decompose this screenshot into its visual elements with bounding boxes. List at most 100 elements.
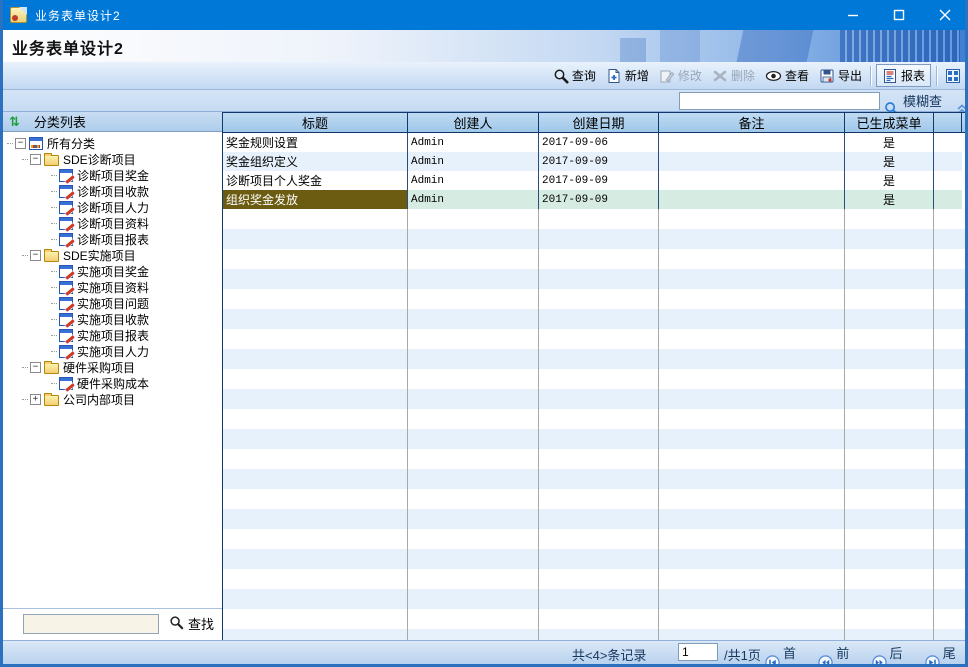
view-button[interactable]: 查看: [760, 65, 814, 86]
prev-page-label: 前页: [836, 643, 861, 667]
close-button[interactable]: [922, 0, 968, 30]
banner: 业务表单设计2: [0, 30, 968, 62]
column-header-备注[interactable]: 备注: [659, 113, 845, 132]
tree-connector: [51, 303, 57, 304]
cell-date[interactable]: 2017-09-09: [539, 190, 659, 209]
tree-item-实施项目问题[interactable]: 实施项目问题: [3, 295, 222, 311]
last-page-button[interactable]: 尾页: [925, 643, 968, 667]
tree-item-SDE实施项目[interactable]: −SDE实施项目: [3, 247, 222, 263]
cell-menu[interactable]: 是: [845, 152, 934, 171]
cell-remark[interactable]: [659, 152, 845, 171]
cell-creator[interactable]: Admin: [408, 152, 539, 171]
records-table: 标题创建人创建日期备注已生成菜单 奖金规则设置Admin2017-09-06是奖…: [223, 112, 968, 640]
cell-date[interactable]: 2017-09-09: [539, 152, 659, 171]
form-icon: [59, 377, 73, 390]
search-icon: [553, 68, 569, 84]
column-header-filler: [934, 113, 962, 132]
find-bar: 查找: [3, 608, 222, 638]
expand-box-icon[interactable]: +: [30, 394, 41, 405]
report-button-label: 报表: [901, 67, 925, 84]
query-button[interactable]: 查询: [548, 65, 601, 86]
cell-remark[interactable]: [659, 190, 845, 209]
grid-view-button[interactable]: [940, 66, 966, 86]
cell-menu[interactable]: 是: [845, 171, 934, 190]
query-button-label: 查询: [572, 67, 596, 84]
tree-item-诊断项目报表[interactable]: 诊断项目报表: [3, 231, 222, 247]
cell-title[interactable]: 诊断项目个人奖金: [223, 171, 408, 190]
find-input[interactable]: [23, 614, 159, 634]
column-header-标题[interactable]: 标题: [223, 113, 408, 132]
cell-filler: [934, 171, 962, 190]
tree-item-实施项目报表[interactable]: 实施项目报表: [3, 327, 222, 343]
toolbar-divider: [870, 66, 871, 86]
tree-item-实施项目人力[interactable]: 实施项目人力: [3, 343, 222, 359]
tree-item-label: 实施项目问题: [77, 295, 149, 312]
find-button[interactable]: 查找: [169, 614, 214, 633]
empty-row: [223, 589, 968, 609]
cell-creator[interactable]: Admin: [408, 190, 539, 209]
form-icon: [59, 217, 73, 230]
tree-item-实施项目收款[interactable]: 实施项目收款: [3, 311, 222, 327]
folder-icon: [44, 251, 59, 262]
cell-remark[interactable]: [659, 133, 845, 152]
toolbar: 查询新增修改删除查看导出报表: [0, 62, 968, 90]
tree-connector: [51, 319, 57, 320]
cell-menu[interactable]: 是: [845, 133, 934, 152]
tree-item-label: 诊断项目奖金: [77, 167, 149, 184]
collapse-box-icon[interactable]: −: [30, 154, 41, 165]
tree-item-SDE诊断项目[interactable]: − SDE诊断项目: [3, 151, 222, 167]
cell-title[interactable]: 组织奖金发放: [223, 190, 408, 209]
tree-connector: [22, 159, 28, 160]
empty-row: [223, 429, 968, 449]
refresh-icon[interactable]: ⇅: [9, 114, 20, 130]
collapse-box-icon[interactable]: −: [15, 138, 26, 149]
page-number-input[interactable]: [678, 643, 718, 661]
next-page-button[interactable]: 后页: [872, 643, 915, 667]
tree-item-诊断项目收款[interactable]: 诊断项目收款: [3, 183, 222, 199]
column-header-创建人[interactable]: 创建人: [408, 113, 539, 132]
tree-item-实施项目奖金[interactable]: 实施项目奖金: [3, 263, 222, 279]
cell-date[interactable]: 2017-09-09: [539, 171, 659, 190]
category-panel: ⇅ 分类列表 −所有分类−SDE诊断项目诊断项目奖金诊断项目收款诊断项目人力诊断…: [3, 112, 223, 640]
report-button[interactable]: 报表: [876, 64, 931, 87]
tree-connector: [7, 143, 13, 144]
tree-item-诊断项目奖金[interactable]: 诊断项目奖金: [3, 167, 222, 183]
tree-connector: [22, 367, 28, 368]
tree-item-硬件采购成本[interactable]: 硬件采购成本: [3, 375, 222, 391]
cell-menu[interactable]: 是: [845, 190, 934, 209]
tree-item-所有分类[interactable]: −所有分类: [3, 135, 222, 151]
fuzzy-search-input[interactable]: [679, 92, 880, 110]
maximize-button[interactable]: [876, 0, 922, 30]
table-row[interactable]: 奖金规则设置Admin2017-09-06 是: [223, 133, 968, 152]
collapse-box-icon[interactable]: −: [30, 362, 41, 373]
cell-remark[interactable]: [659, 171, 845, 190]
first-page-button[interactable]: 首页: [765, 643, 808, 667]
column-header-已生成菜单[interactable]: 已生成菜单: [845, 113, 934, 132]
tree-item-label: SDE诊断项目: [63, 151, 136, 168]
add-button[interactable]: 新增: [601, 65, 654, 86]
export-button[interactable]: 导出: [814, 65, 867, 86]
empty-row: [223, 629, 968, 640]
cell-creator[interactable]: Admin: [408, 133, 539, 152]
empty-row: [223, 549, 968, 569]
cell-title[interactable]: 奖金组织定义: [223, 152, 408, 171]
table-row[interactable]: 组织奖金发放Admin2017-09-09 是: [223, 190, 968, 209]
tree-item-诊断项目资料[interactable]: 诊断项目资料: [3, 215, 222, 231]
cell-title[interactable]: 奖金规则设置: [223, 133, 408, 152]
cell-date[interactable]: 2017-09-06: [539, 133, 659, 152]
tree-item-诊断项目人力[interactable]: 诊断项目人力: [3, 199, 222, 215]
app-icon: [10, 7, 27, 23]
empty-row: [223, 229, 968, 249]
tree-item-实施项目资料[interactable]: 实施项目资料: [3, 279, 222, 295]
tree-item-硬件采购项目[interactable]: − 硬件采购项目: [3, 359, 222, 375]
minimize-button[interactable]: [830, 0, 876, 30]
collapse-box-icon[interactable]: −: [30, 250, 41, 261]
table-row[interactable]: 奖金组织定义Admin2017-09-09 是: [223, 152, 968, 171]
column-header-创建日期[interactable]: 创建日期: [539, 113, 659, 132]
tree-item-label: 硬件采购项目: [63, 359, 135, 376]
tree-item-公司内部项目[interactable]: +公司内部项目: [3, 391, 222, 407]
cell-creator[interactable]: Admin: [408, 171, 539, 190]
table-row[interactable]: 诊断项目个人奖金Admin2017-09-09 是: [223, 171, 968, 190]
edit-icon: [659, 68, 675, 84]
prev-page-button[interactable]: 前页: [818, 643, 861, 667]
